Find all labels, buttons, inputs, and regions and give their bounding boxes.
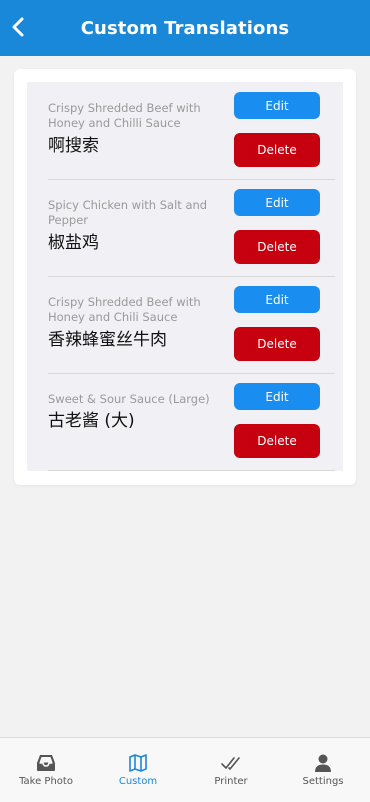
edit-button[interactable]: Edit — [234, 92, 320, 119]
chinese-translation: 香辣蜂蜜丝牛肉 — [48, 330, 167, 350]
english-name: Sweet & Sour Sauce (Large) — [48, 392, 210, 406]
user-icon — [313, 752, 333, 774]
chinese-translation: 啊搜索 — [48, 136, 99, 156]
bottom-tab-bar: Take Photo Custom Printer Settings — [0, 737, 370, 802]
page-title: Custom Translations — [80, 17, 290, 39]
chevron-left-icon — [12, 17, 24, 37]
translation-item: Sweet & Sour Sauce (Large) 古老酱 (大) Edit … — [48, 373, 335, 471]
back-button[interactable] — [4, 12, 32, 42]
delete-button[interactable]: Delete — [234, 230, 320, 264]
translations-card: Crispy Shredded Beef with Honey and Chil… — [14, 69, 356, 485]
translation-item: Crispy Shredded Beef with Honey and Chil… — [48, 82, 335, 180]
english-name: Spicy Chicken with Salt and Pepper — [48, 198, 208, 227]
app-screen: Custom Translations Crispy Shredded Beef… — [0, 0, 370, 802]
chinese-translation: 椒盐鸡 — [48, 233, 99, 253]
tab-label: Printer — [214, 776, 248, 787]
tab-label: Settings — [302, 776, 344, 787]
header-bar: Custom Translations — [0, 0, 370, 56]
map-icon — [128, 752, 148, 774]
tab-printer[interactable]: Printer — [185, 738, 277, 802]
english-name: Crispy Shredded Beef with Honey and Chil… — [48, 101, 201, 130]
double-check-icon — [220, 752, 242, 774]
inbox-tray-icon — [35, 752, 57, 774]
translation-item: Crispy Shredded Beef with Honey and Chil… — [48, 276, 335, 374]
tab-settings[interactable]: Settings — [277, 738, 369, 802]
tab-label: Take Photo — [19, 776, 73, 787]
edit-button[interactable]: Edit — [234, 383, 320, 410]
tab-custom[interactable]: Custom — [92, 738, 184, 802]
edit-button[interactable]: Edit — [234, 286, 320, 313]
translations-list: Crispy Shredded Beef with Honey and Chil… — [27, 82, 343, 471]
delete-button[interactable]: Delete — [234, 133, 320, 167]
translation-item: Spicy Chicken with Salt and Pepper 椒盐鸡 E… — [48, 179, 335, 277]
tab-label: Custom — [118, 776, 158, 787]
delete-button[interactable]: Delete — [234, 424, 320, 458]
edit-button[interactable]: Edit — [234, 189, 320, 216]
chinese-translation: 古老酱 (大) — [48, 411, 135, 431]
english-name: Crispy Shredded Beef with Honey and Chil… — [48, 295, 201, 324]
delete-button[interactable]: Delete — [234, 327, 320, 361]
tab-take-photo[interactable]: Take Photo — [0, 738, 92, 802]
